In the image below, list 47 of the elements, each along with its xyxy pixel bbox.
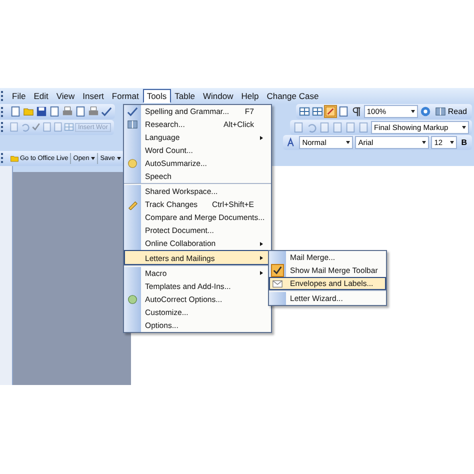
help-icon[interactable] [420, 106, 431, 118]
document-icon[interactable] [75, 106, 86, 118]
toolbar-grip[interactable] [1, 153, 6, 164]
circle-icon[interactable] [127, 294, 138, 305]
columns-icon[interactable] [312, 106, 323, 118]
caret-icon [422, 141, 426, 144]
save-icon[interactable] [36, 106, 47, 118]
submenu-arrow-icon [260, 136, 263, 140]
menu-item[interactable]: Edit [30, 89, 52, 103]
menu-item[interactable]: Tools [142, 89, 171, 103]
checkmark-icon[interactable] [272, 265, 283, 276]
menu-item[interactable]: Window [199, 89, 238, 103]
submenu-arrow-icon [260, 242, 263, 246]
caret-icon [450, 141, 454, 144]
envelope-icon[interactable] [272, 278, 283, 289]
document-icon[interactable] [49, 106, 60, 118]
printer-icon[interactable] [62, 106, 73, 118]
menu-item[interactable]: Table [170, 89, 199, 103]
menu-item[interactable]: Change Case [262, 89, 323, 103]
menu-item[interactable]: View [52, 89, 79, 103]
circle-icon[interactable] [127, 158, 138, 169]
book-icon[interactable] [127, 119, 138, 130]
caret-icon [346, 141, 350, 144]
menu-item[interactable]: Format [108, 89, 143, 103]
drawing-icon[interactable] [324, 106, 336, 118]
menu-item[interactable]: File [8, 89, 30, 103]
toolbar-grip[interactable] [1, 91, 6, 101]
book-icon[interactable] [434, 106, 446, 118]
grid-icon[interactable] [298, 106, 310, 118]
new-document-icon[interactable] [10, 106, 21, 118]
submenu-arrow-icon [260, 256, 263, 260]
folder-icon[interactable] [23, 106, 34, 118]
document-map-icon[interactable] [338, 106, 349, 118]
menu-item[interactable]: Insert [78, 89, 108, 103]
caret-icon [462, 126, 466, 129]
checkmark-icon[interactable] [127, 106, 138, 117]
pencil-icon[interactable] [127, 199, 138, 210]
submenu-arrow-icon [260, 271, 263, 275]
read-button[interactable]: Read [432, 106, 469, 118]
printer-icon[interactable] [88, 106, 99, 118]
toolbar-grip[interactable] [1, 106, 6, 117]
menu-item[interactable]: Help [237, 89, 263, 103]
spelling-icon[interactable] [101, 106, 112, 118]
caret-icon [410, 110, 415, 114]
pilcrow-icon[interactable] [350, 106, 362, 118]
bold-button[interactable]: B [459, 138, 469, 148]
toolbar-grip[interactable] [1, 122, 6, 132]
